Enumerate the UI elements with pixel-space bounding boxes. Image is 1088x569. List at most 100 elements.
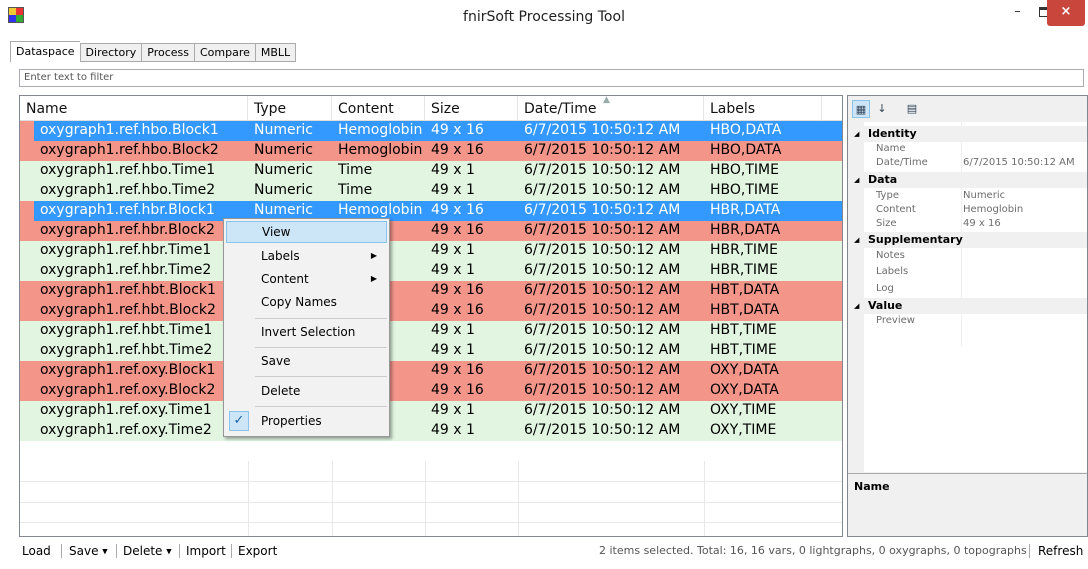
collapse-triangle-icon[interactable]: ◢: [854, 172, 859, 188]
tab-directory[interactable]: Directory: [79, 43, 142, 62]
submenu-arrow-icon: ▶: [370, 251, 377, 260]
cell-datetime: 6/7/2015 10:50:12 AM: [524, 362, 681, 378]
cell-datetime: 6/7/2015 10:50:12 AM: [524, 222, 681, 238]
category-supplementary[interactable]: ◢ Supplementary: [848, 232, 1087, 248]
menu-separator: [255, 347, 387, 348]
menu-item-invert-selection[interactable]: Invert Selection: [226, 322, 387, 344]
menu-item-view[interactable]: View: [226, 221, 387, 243]
dataspace-grid[interactable]: Name Type Content Size Date/Time ▲ Label…: [19, 95, 843, 537]
category-data-label: Data: [868, 173, 898, 186]
category-identity[interactable]: ◢ Identity: [848, 126, 1087, 142]
table-row[interactable]: oxygraph1.ref.hbo.Block1 Numeric Hemoglobi…: [20, 121, 842, 141]
collapse-triangle-icon[interactable]: ◢: [854, 232, 859, 248]
export-button[interactable]: Export: [238, 544, 277, 558]
collapse-triangle-icon[interactable]: ◢: [854, 126, 859, 142]
property-list: ◢ Identity Name Date/Time 6/7/2015 10:50:1…: [848, 122, 1087, 472]
load-button[interactable]: Load: [22, 544, 51, 558]
table-row[interactable]: oxygraph1.ref.oxy.Time1 49 x 1 6/7/2015 10…: [20, 401, 842, 421]
tab-compare[interactable]: Compare: [193, 43, 255, 62]
table-row[interactable]: oxygraph1.ref.hbr.Time2 49 x 1 6/7/2015 10…: [20, 261, 842, 281]
close-button[interactable]: ×: [1047, 0, 1085, 26]
property-log[interactable]: Log: [864, 282, 1087, 296]
menu-item-labels[interactable]: Labels ▶: [226, 246, 387, 268]
table-row[interactable]: oxygraph1.ref.hbo.Block2 Numeric Hemoglobi…: [20, 141, 842, 161]
property-name[interactable]: Name: [864, 142, 1087, 156]
grid-header: Name Type Content Size Date/Time ▲ Label…: [20, 96, 842, 121]
column-header-datetime[interactable]: Date/Time: [518, 96, 704, 121]
property-log-label: Log: [876, 283, 894, 294]
minimize-button[interactable]: –: [1004, 0, 1031, 26]
toolbar-separator: [231, 544, 232, 558]
menu-item-copy-names[interactable]: Copy Names: [226, 292, 387, 314]
table-row[interactable]: oxygraph1.ref.hbt.Time1 49 x 1 6/7/2015 10…: [20, 321, 842, 341]
table-row[interactable]: oxygraph1.ref.oxy.Block2obin49 x 166/7/2…: [20, 381, 842, 401]
column-header-name[interactable]: Name: [20, 96, 248, 121]
column-header-content[interactable]: Content: [332, 96, 425, 121]
toolbar-separator: [179, 544, 180, 558]
cell-datetime: 6/7/2015 10:50:12 AM: [524, 142, 681, 158]
menu-item-delete[interactable]: Delete: [226, 381, 387, 403]
table-row[interactable]: oxygraph1.ref.hbr.Block2obin49 x 166/7/2…: [20, 221, 842, 241]
checkmark-icon: ✓: [229, 411, 249, 431]
cell-size: 49 x 1: [431, 402, 475, 418]
cell-size: 49 x 16: [431, 302, 484, 318]
cell-size: 49 x 1: [431, 242, 475, 258]
table-row[interactable]: oxygraph1.ref.hbt.Time2 49 x 1 6/7/2015 10…: [20, 341, 842, 361]
sort-ascending-icon: ▲: [603, 95, 610, 105]
tab-mbll[interactable]: MBLL: [254, 43, 297, 62]
table-row[interactable]: oxygraph1.ref.hbo.Time2 Numeric Time 49 x 1…: [20, 181, 842, 201]
cell-datetime: 6/7/2015 10:50:12 AM: [524, 342, 681, 358]
categorized-view-button[interactable]: ▦: [852, 100, 870, 118]
alphabetical-sort-button[interactable]: ↓: [873, 100, 891, 118]
property-content[interactable]: Content Hemoglobin: [864, 203, 1087, 217]
cell-size: 49 x 1: [431, 162, 475, 178]
save-dropdown-button[interactable]: Save ▼: [69, 544, 108, 558]
status-text: 2 items selected. Total: 16, 16 vars, 0 …: [599, 544, 1027, 557]
table-row[interactable]: oxygraph1.ref.hbr.Block1 Numeric Hemoglobi…: [20, 201, 842, 221]
property-size-value: 49 x 16: [963, 218, 1001, 229]
tab-strip: Dataspace Directory Process Compare MBLL: [10, 41, 297, 62]
cell-name: oxygraph1.ref.oxy.Time1: [40, 402, 212, 418]
refresh-button[interactable]: Refresh: [1038, 544, 1083, 558]
table-row[interactable]: oxygraph1.ref.hbt.Block1obin49 x 166/7/2…: [20, 281, 842, 301]
tab-process[interactable]: Process: [141, 43, 194, 62]
property-type[interactable]: Type Numeric: [864, 189, 1087, 203]
column-header-type[interactable]: Type: [248, 96, 332, 121]
menu-item-copy-names-label: Copy Names: [261, 295, 337, 309]
property-type-label: Type: [876, 190, 899, 201]
table-row[interactable]: oxygraph1.ref.oxy.Block1obin49 x 166/7/2…: [20, 361, 842, 381]
property-notes[interactable]: Notes: [864, 249, 1087, 263]
table-row[interactable]: oxygraph1.ref.hbt.Block2obin49 x 166/7/2…: [20, 301, 842, 321]
property-grid: ▦ ↓ ▤ ◢ Identity Name Date/Time 6/7/2015 1…: [847, 95, 1088, 537]
property-size[interactable]: Size 49 x 16: [864, 217, 1087, 231]
category-data[interactable]: ◢ Data: [848, 172, 1087, 188]
cell-name: oxygraph1.ref.oxy.Time2: [40, 422, 212, 438]
cell-datetime: 6/7/2015 10:50:12 AM: [524, 202, 681, 218]
table-row[interactable]: oxygraph1.ref.hbo.Time1 Numeric Time 49 x 1…: [20, 161, 842, 181]
property-preview[interactable]: Preview: [864, 314, 1087, 328]
menu-item-save[interactable]: Save: [226, 351, 387, 373]
cell-labels: HBT,TIME: [710, 322, 777, 338]
filter-input[interactable]: Enter text to filter: [19, 69, 1084, 87]
cell-labels: HBO,DATA: [710, 122, 782, 138]
title-bar: fnirSoft Processing Tool – ×: [0, 0, 1088, 34]
row-marker: [20, 201, 34, 221]
menu-item-content[interactable]: Content ▶: [226, 269, 387, 291]
category-identity-label: Identity: [868, 127, 917, 140]
category-value[interactable]: ◢ Value: [848, 298, 1087, 314]
import-button[interactable]: Import: [186, 544, 226, 558]
column-header-size[interactable]: Size: [425, 96, 518, 121]
table-row[interactable]: oxygraph1.ref.oxy.Time2NumericTime49 x 1…: [20, 421, 842, 441]
tab-dataspace[interactable]: Dataspace: [10, 41, 80, 62]
delete-dropdown-button[interactable]: Delete ▼: [123, 544, 172, 558]
property-datetime[interactable]: Date/Time 6/7/2015 10:50:12 AM: [864, 156, 1087, 170]
property-labels[interactable]: Labels: [864, 265, 1087, 279]
cell-datetime: 6/7/2015 10:50:12 AM: [524, 422, 681, 438]
collapse-triangle-icon[interactable]: ◢: [854, 298, 859, 314]
cell-size: 49 x 1: [431, 342, 475, 358]
menu-item-properties[interactable]: ✓ Properties: [226, 411, 387, 433]
table-row[interactable]: oxygraph1.ref.hbr.Time1 49 x 1 6/7/2015 10…: [20, 241, 842, 261]
column-header-labels[interactable]: Labels: [704, 96, 822, 121]
property-pages-button[interactable]: ▤: [903, 100, 921, 118]
property-labels-label: Labels: [876, 266, 909, 277]
